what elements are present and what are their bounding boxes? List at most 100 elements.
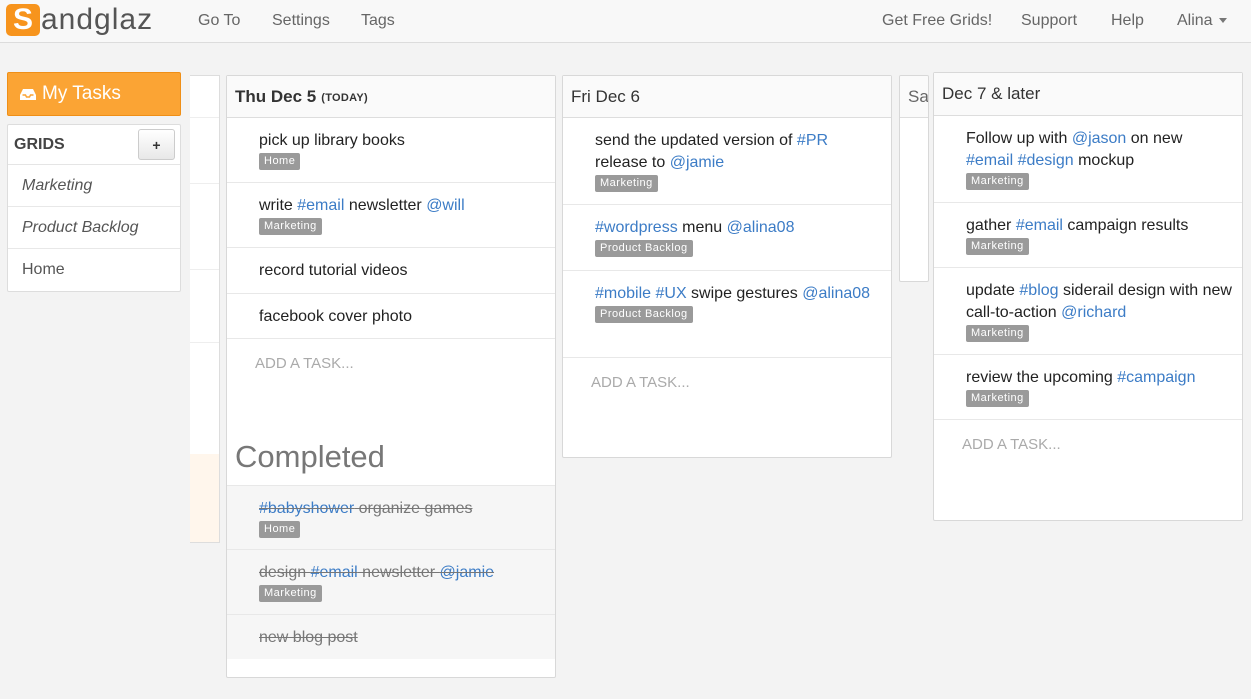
text-segment: gather [966, 217, 1016, 234]
day-column-later: Dec 7 & later Follow up with @jason on n… [933, 72, 1243, 521]
completed-task-item[interactable]: design #email newsletter @jamie Marketin… [227, 550, 555, 615]
grids-panel: GRIDS + Marketing Product Backlog Home [7, 124, 181, 292]
mention-link[interactable]: @richard [1061, 304, 1126, 321]
text-segment: update [966, 282, 1020, 299]
task-text: facebook cover photo [259, 308, 412, 325]
sidebar-item-home[interactable]: Home [8, 249, 180, 291]
task-text: #wordpress menu @alina08 [595, 217, 875, 239]
mention-link[interactable]: @jamie [670, 154, 724, 171]
text-segment: Follow up with [966, 130, 1072, 147]
hashtag-link[interactable]: #email [297, 197, 344, 214]
nav-support[interactable]: Support [1021, 0, 1077, 42]
mention-link[interactable]: @will [426, 197, 464, 214]
today-label: (TODAY) [321, 92, 368, 104]
mention-link[interactable]: @jason [1072, 130, 1127, 147]
grid-badge[interactable]: Marketing [595, 175, 658, 192]
task-item[interactable]: update #blog siderail design with new ca… [934, 268, 1242, 355]
column-title: Thu Dec 5 [235, 86, 317, 106]
top-navbar: S andglaz Go To Settings Tags Get Free G… [0, 0, 1251, 43]
task-text: gather #email campaign results [966, 215, 1226, 237]
add-grid-button[interactable]: + [138, 129, 175, 160]
task-item[interactable]: facebook cover photo [227, 294, 555, 339]
text-segment: organize games [354, 500, 473, 517]
hashtag-link[interactable]: #UX [655, 285, 686, 302]
grid-badge[interactable]: Marketing [966, 173, 1029, 190]
column-header: Sa [900, 76, 928, 118]
mention-link[interactable]: @alina08 [802, 285, 870, 302]
sandglaz-logo[interactable]: S andglaz [6, 3, 153, 37]
text-segment: release to [595, 154, 670, 171]
text-segment: design [259, 564, 311, 581]
column-title: Fri Dec 6 [571, 86, 640, 106]
grid-badge[interactable]: Marketing [259, 218, 322, 235]
task-text: #mobile #UX swipe gestures @alina08 [595, 283, 875, 305]
column-header: Thu Dec 5 (TODAY) [227, 76, 555, 118]
grids-header: GRIDS + [8, 125, 180, 165]
task-item[interactable]: record tutorial videos [227, 248, 555, 294]
hashtag-link[interactable]: #PR [797, 132, 828, 149]
my-tasks-button[interactable]: My Tasks [7, 72, 181, 116]
hashtag-link[interactable]: #design [1018, 152, 1074, 169]
nav-settings[interactable]: Settings [272, 0, 330, 42]
text-segment: write [259, 197, 298, 214]
hashtag-link[interactable]: #campaign [1117, 369, 1195, 386]
text-segment: menu [677, 219, 727, 236]
completed-task-item[interactable]: #babyshower organize games Home [227, 485, 555, 550]
hashtag-link[interactable]: #blog [1019, 282, 1058, 299]
text-segment: newsletter [344, 197, 427, 214]
hashtag-link[interactable]: #mobile [595, 285, 651, 302]
grid-badge[interactable]: Marketing [966, 325, 1029, 342]
hashtag-link[interactable]: #email [966, 152, 1013, 169]
hashtag-link[interactable]: #email [311, 564, 358, 581]
task-text: send the updated version of #PR release … [595, 130, 875, 174]
grid-badge[interactable]: Marketing [966, 390, 1029, 407]
logo-wordmark: andglaz [41, 3, 154, 36]
nav-get-free-grids[interactable]: Get Free Grids! [882, 0, 992, 42]
add-task-input[interactable]: ADD A TASK... [227, 339, 555, 439]
previous-day-column-partial [190, 75, 220, 543]
day-column-thu: Thu Dec 5 (TODAY) pick up library books … [226, 75, 556, 678]
partial-divider [190, 183, 219, 184]
nav-tags[interactable]: Tags [361, 0, 395, 42]
column-title: Dec 7 & later [942, 84, 1041, 103]
nav-goto[interactable]: Go To [198, 0, 240, 42]
task-item[interactable]: pick up library books Home [227, 118, 555, 183]
add-task-input[interactable]: ADD A TASK... [563, 358, 891, 391]
add-task-input[interactable]: ADD A TASK... [934, 420, 1242, 453]
task-text: review the upcoming #campaign [966, 367, 1226, 389]
partial-highlight [190, 454, 219, 542]
task-item[interactable]: write #email newsletter @will Marketing [227, 183, 555, 248]
completed-task-item[interactable]: new blog post [227, 615, 555, 659]
sidebar-item-marketing[interactable]: Marketing [8, 165, 180, 207]
grid-badge[interactable]: Home [259, 153, 301, 170]
grid-badge[interactable]: Home [259, 521, 301, 538]
grids-label: GRIDS [14, 135, 65, 153]
caret-down-icon [1218, 18, 1227, 24]
task-item[interactable]: review the upcoming #campaign Marketing [934, 355, 1242, 420]
task-item[interactable]: send the updated version of #PR release … [563, 118, 891, 205]
mention-link[interactable]: @alina08 [727, 219, 795, 236]
hashtag-link[interactable]: #email [1016, 217, 1063, 234]
hashtag-link[interactable]: #wordpress [595, 219, 678, 236]
sidebar-item-product-backlog[interactable]: Product Backlog [8, 207, 180, 249]
grid-badge[interactable]: Product Backlog [595, 306, 693, 323]
completed-title: Completed [235, 439, 385, 474]
task-item[interactable]: Follow up with @jason on new #email #des… [934, 116, 1242, 203]
text-segment: review the upcoming [966, 369, 1118, 386]
logo-initial: S [6, 4, 40, 36]
task-item[interactable]: gather #email campaign results Marketing [934, 203, 1242, 268]
task-item[interactable]: #mobile #UX swipe gestures @alina08 Prod… [563, 271, 891, 358]
mention-link[interactable]: @jamie [440, 564, 494, 581]
task-item[interactable]: #wordpress menu @alina08 Product Backlog [563, 205, 891, 271]
text-segment: on new [1126, 130, 1183, 147]
grid-badge[interactable]: Product Backlog [595, 240, 693, 257]
nav-help[interactable]: Help [1111, 0, 1144, 42]
partial-divider [190, 342, 219, 343]
text-segment: send the updated version of [595, 132, 797, 149]
user-menu[interactable]: Alina [1177, 0, 1227, 42]
partial-divider [190, 269, 219, 270]
hashtag-link[interactable]: #babyshower [259, 500, 354, 517]
grid-badge[interactable]: Marketing [259, 585, 322, 602]
partial-divider [190, 117, 219, 118]
grid-badge[interactable]: Marketing [966, 238, 1029, 255]
